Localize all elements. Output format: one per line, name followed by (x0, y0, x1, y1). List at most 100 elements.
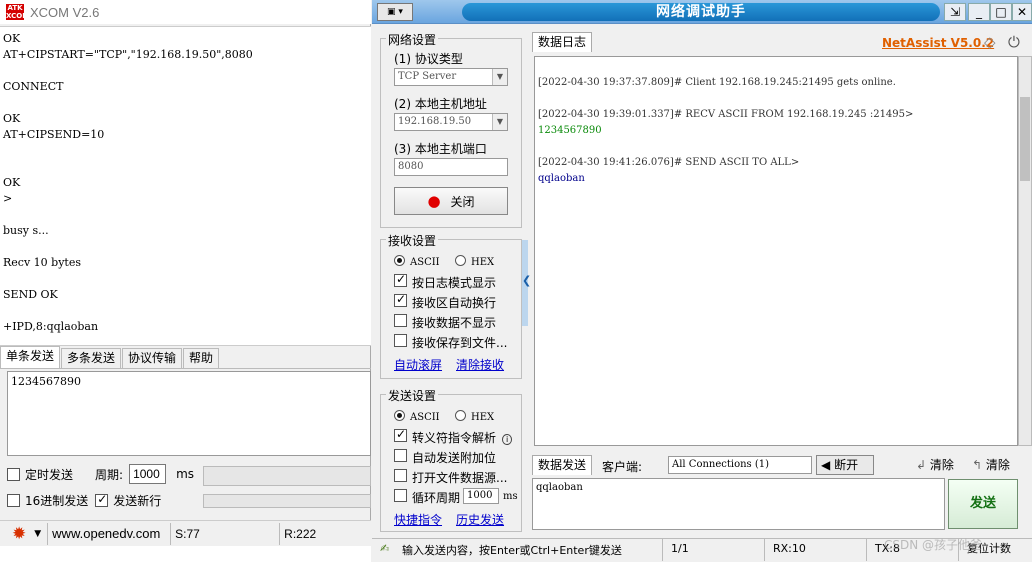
log-entry: [2022-04-30 19:37:37.809]# Client 192.16… (538, 77, 896, 88)
tab-multi-send[interactable]: 多条发送 (61, 348, 122, 368)
recv-ascii-option[interactable]: ASCII (394, 255, 440, 268)
period-input[interactable]: 1000 (129, 464, 167, 484)
net-receive-log[interactable]: [2022-04-30 19:37:37.809]# Client 192.16… (534, 56, 1018, 446)
history-send-link[interactable]: 历史发送 (456, 511, 504, 528)
host-label: (2) 本地主机地址 (394, 97, 487, 111)
xcom-receive-area[interactable]: OK AT+CIPSTART="TCP","192.168.19.50",8080… (0, 26, 371, 346)
tab-data-log[interactable]: 数据日志 (532, 32, 593, 52)
diamond-icon[interactable]: ◇ (984, 33, 996, 51)
rx-count: RX:10 (764, 539, 864, 561)
quick-cmd-link[interactable]: 快捷指令 (394, 511, 442, 528)
collapse-arrow-icon[interactable]: ❮ (522, 274, 531, 287)
log-line: OK (3, 32, 21, 45)
log-entry: qqlaoban (538, 173, 585, 184)
auto-wrap-option[interactable]: 接收区自动换行 (394, 292, 496, 311)
port-label: (3) 本地主机端口 (394, 142, 487, 156)
file-source-option[interactable]: 打开文件数据源... (394, 469, 507, 486)
clear-send-button[interactable]: ↲ 清除 (916, 456, 954, 473)
net-send-input[interactable]: qqlaoban (532, 478, 945, 530)
timed-send-label: 定时发送 (25, 467, 74, 482)
hex-send-row: 16进制发送 发送新行 (7, 492, 161, 509)
port-input[interactable]: 8080 (394, 158, 508, 176)
clear-send-icon: ↲ (916, 458, 927, 472)
tab-help[interactable]: 帮助 (183, 348, 220, 368)
watermark: CSDN @孩子他爸 (884, 538, 983, 552)
hide-recv-option[interactable]: 接收数据不显示 (394, 314, 496, 331)
log-entry (538, 91, 1014, 107)
auto-append-option[interactable]: 自动发送附加位 (394, 449, 496, 466)
log-entry: 1234567890 (538, 125, 602, 136)
host-select[interactable]: 192.168.19.50 ▼ (394, 113, 508, 131)
minimize-icon[interactable]: _ (968, 3, 990, 21)
send-newline-checkbox[interactable] (95, 492, 109, 507)
tab-data-send[interactable]: 数据发送 (532, 455, 593, 475)
log-line: CONNECT (3, 80, 64, 93)
clear-log-button[interactable]: ↰ 清除 (972, 456, 1010, 473)
period-unit: ms (176, 467, 195, 481)
send-hex-option[interactable]: HEX (455, 410, 494, 423)
net-log-scrollbar[interactable] (1018, 56, 1032, 446)
send-button[interactable]: 发送 (948, 479, 1018, 529)
protocol-label: (1) 协议类型 (394, 52, 463, 66)
send-count: S:77 (175, 526, 200, 541)
brand-link[interactable]: NetAssist V5.0.2 (882, 36, 994, 50)
client-select[interactable]: All Connections (1) (668, 456, 812, 474)
log-line: +IPD,8:qqlaoban (3, 320, 99, 333)
xcom-window: ATK XCOM XCOM V2.6 OK AT+CIPSTART="TCP","1… (0, 0, 371, 562)
website-link[interactable]: www.openedv.com (52, 526, 170, 541)
xcom-send-input[interactable]: 1234567890 (7, 371, 371, 456)
save-to-file-option[interactable]: 接收保存到文件... (394, 334, 507, 351)
xcom-status-bar: ✹ ▼ www.openedv.com S:77 R:222 (0, 520, 371, 546)
escape-parse-option[interactable]: 转义符指令解析i (394, 427, 513, 446)
client-label: 客户端: (602, 460, 643, 474)
xcom-progress-bar (203, 494, 371, 508)
log-line: AT+CIPSEND=10 (3, 128, 105, 141)
chevron-down-icon[interactable]: ▼ (34, 529, 41, 539)
period-label: 周期: (95, 467, 124, 482)
info-icon[interactable]: i (502, 434, 513, 445)
system-menu-button[interactable]: ▣ ▾ (377, 3, 413, 21)
send-ascii-option[interactable]: ASCII (394, 410, 440, 423)
auto-scroll-link[interactable]: 自动滚屏 (394, 356, 442, 373)
clear-recv-link[interactable]: 清除接收 (456, 356, 504, 373)
page-indicator: 1/1 (662, 539, 762, 561)
maximize-icon[interactable]: □ (990, 3, 1012, 21)
edit-icon: ✍ (380, 542, 390, 555)
net-settings-title: 网络设置 (386, 31, 439, 48)
pin-icon[interactable]: ⇲ (944, 3, 966, 21)
protocol-select[interactable]: TCP Server ▼ (394, 68, 508, 86)
log-mode-option[interactable]: 按日志模式显示 (394, 272, 496, 291)
hex-send-checkbox[interactable] (7, 494, 20, 507)
net-title-bar: ▣ ▾ 网络调试助手 ⇲ _ □ ✕ (372, 0, 1032, 24)
xcom-tab-bar: 单条发送 多条发送 协议传输 帮助 (0, 346, 371, 369)
loop-period-input[interactable]: 1000 (463, 488, 499, 504)
loop-period-option[interactable]: 循环周期 (394, 489, 460, 506)
power-icon[interactable]: ⏻ (1008, 33, 1020, 51)
tab-protocol[interactable]: 协议传输 (122, 348, 183, 368)
loop-period-unit: ms (503, 491, 518, 502)
xcom-title-bar: ATK XCOM XCOM V2.6 (0, 0, 371, 24)
chevron-down-icon: ▼ (492, 69, 507, 85)
xcom-send-button-slot[interactable] (203, 466, 371, 486)
log-line: OK (3, 112, 21, 125)
disconnect-button[interactable]: ◀ 断开 (816, 455, 874, 475)
timed-send-checkbox[interactable] (7, 467, 20, 481)
log-entry (538, 139, 1014, 155)
tab-single-send[interactable]: 单条发送 (0, 346, 61, 368)
send-settings-title: 发送设置 (386, 387, 439, 404)
log-entry: [2022-04-30 19:39:01.337]# RECV ASCII FR… (538, 109, 914, 120)
recv-hex-option[interactable]: HEX (455, 255, 494, 268)
recv-count: R:222 (284, 526, 317, 541)
xcom-logo: ATK XCOM (6, 4, 30, 20)
close-connection-button[interactable]: ● 关闭 (394, 187, 508, 215)
log-line: busy s... (3, 224, 49, 237)
close-icon[interactable]: ✕ (1012, 3, 1032, 21)
gear-icon[interactable]: ✹ (12, 524, 26, 544)
